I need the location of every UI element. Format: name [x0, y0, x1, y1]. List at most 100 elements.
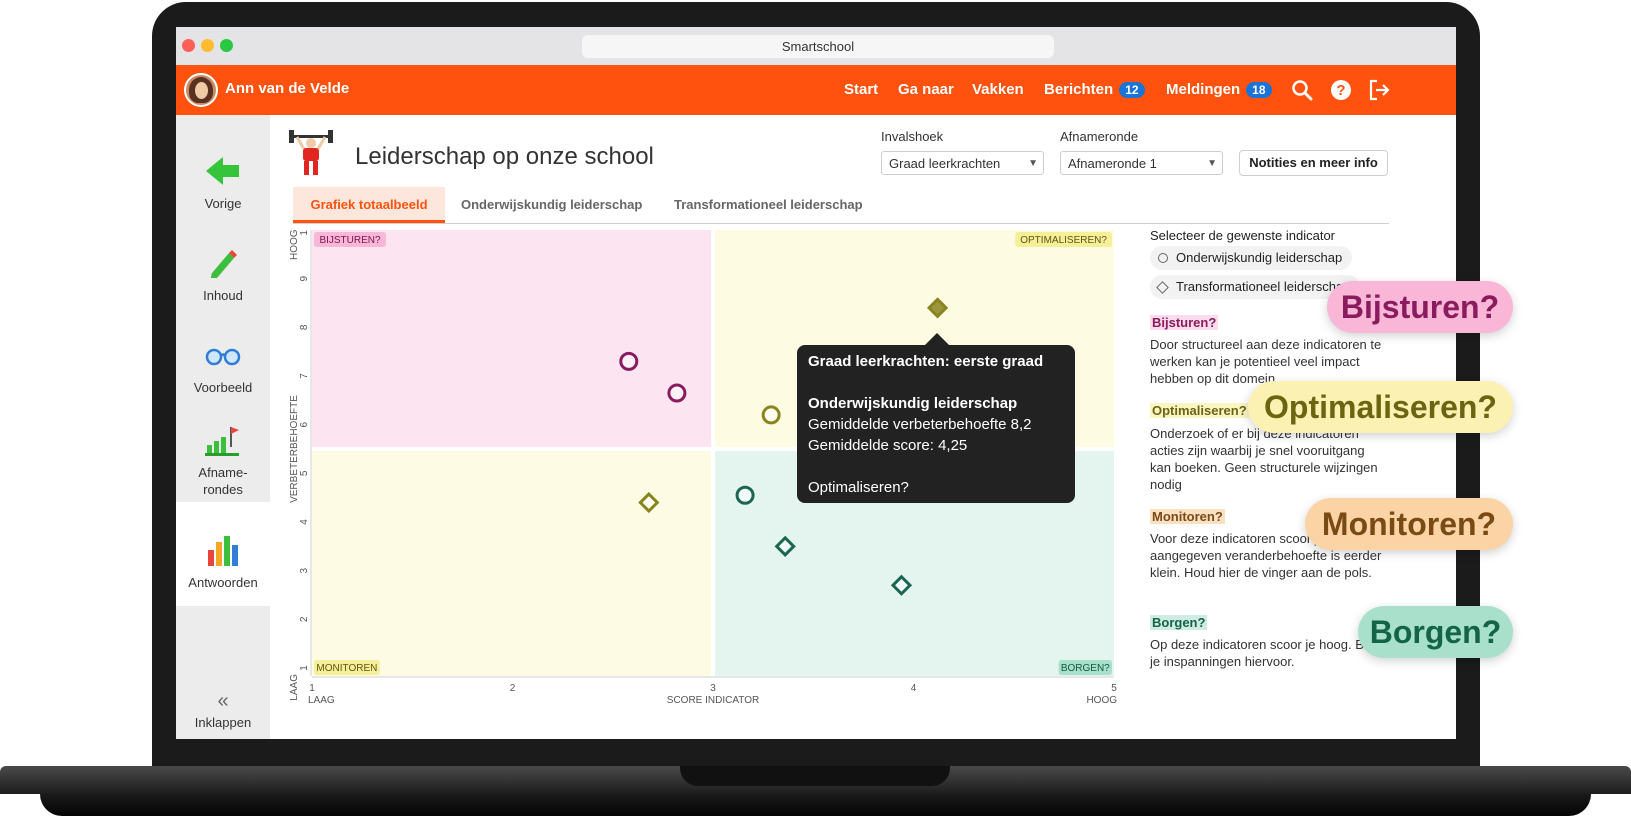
- indicator-chip-label: Onderwijskundig leiderschap: [1176, 250, 1343, 265]
- page-title: Leiderschap op onze school: [355, 143, 654, 170]
- nav-meldingen-label: Meldingen: [1166, 81, 1241, 98]
- glasses-icon: [205, 348, 241, 366]
- caret-down-icon: ▼: [1028, 158, 1038, 169]
- section-heading-bijsturen: Bijsturen?: [1150, 315, 1219, 330]
- callout-monitoren: Monitoren?: [1305, 498, 1513, 550]
- y-axis-high-label: HOOG: [289, 230, 300, 260]
- y-axis-low-label: LAAG: [289, 674, 300, 701]
- quadrant-label: MONITOREN: [316, 663, 377, 674]
- diamond-marker-icon: [1156, 281, 1169, 294]
- sidebar-item-antwoorden[interactable]: Antwoorden: [176, 502, 270, 606]
- browser-chrome: Smartschool: [176, 27, 1456, 66]
- section-text-borgen: Op deze indicatoren scoor je hoog. Borg …: [1150, 637, 1383, 669]
- y-tick-label: 2: [299, 616, 310, 622]
- y-tick-label: 1: [299, 665, 310, 671]
- x-tick-label: 1: [309, 683, 315, 694]
- stats-flag-icon: [205, 427, 239, 456]
- section-text-bijsturen: Door structureel aan deze indicatoren te…: [1150, 337, 1382, 386]
- indicator-chip-label: Transformationeel leiderschap: [1176, 279, 1351, 294]
- tooltip-subtitle: Onderwijskundig leiderschap: [808, 395, 1018, 412]
- sidebar-item-label: Voorbeeld: [193, 380, 253, 395]
- bar-chart-icon: [208, 536, 238, 566]
- double-chevron-left-icon: «: [217, 690, 229, 712]
- sidebar-item-label: Antwoorden: [188, 575, 258, 590]
- nav-meldingen[interactable]: Meldingen 18: [1166, 81, 1272, 98]
- nav-berichten-label: Berichten: [1044, 81, 1114, 98]
- tab-bar: Grafiek totaalbeeld Onderwijskundig leid…: [293, 187, 1389, 224]
- y-tick-label: 5: [299, 470, 310, 476]
- chart-tooltip: Graad leerkrachten: eerste graad Onderwi…: [797, 333, 1075, 503]
- callout-borgen: Borgen?: [1358, 606, 1513, 658]
- quadrant-monitoren: [312, 451, 711, 676]
- quadrant-label: BIJSTUREN?: [319, 235, 381, 246]
- callout-bijsturen: Bijsturen?: [1327, 281, 1513, 333]
- quadrant-bijsturen: [312, 230, 711, 447]
- invalshoek-value: Graad leerkrachten: [889, 156, 1001, 171]
- logout-icon[interactable]: [1367, 78, 1391, 102]
- y-tick-label: 6: [299, 421, 310, 427]
- x-axis-low-label: LAAG: [308, 695, 335, 706]
- tab-grafiek-totaalbeeld[interactable]: Grafiek totaalbeeld: [293, 187, 445, 223]
- x-axis-title: SCORE INDICATOR: [667, 695, 759, 706]
- quadrant-label: OPTIMALISEREN?: [1020, 235, 1107, 246]
- invalshoek-select[interactable]: Graad leerkrachten ▼: [881, 151, 1044, 175]
- notes-button[interactable]: Notities en meer info: [1239, 150, 1388, 176]
- section-heading-monitoren: Monitoren?: [1150, 509, 1225, 524]
- sidebar-item-label: Vorige: [204, 196, 242, 211]
- user-name[interactable]: Ann van de Velde: [225, 80, 349, 97]
- top-bar: Ann van de Velde Start Ga naar Vakken Be…: [176, 65, 1456, 115]
- quadrant-label: BORGEN?: [1061, 663, 1110, 674]
- indicator-panel-title: Selecteer de gewenste indicator: [1150, 228, 1336, 243]
- tab-transformationeel-leiderschap[interactable]: Transformationeel leiderschap: [674, 187, 863, 223]
- caret-down-icon: ▼: [1207, 158, 1217, 169]
- close-window-button[interactable]: [182, 39, 195, 52]
- afnameronde-select[interactable]: Afnameronde 1 ▼: [1060, 151, 1223, 175]
- address-bar[interactable]: Smartschool: [582, 35, 1054, 58]
- nav-berichten[interactable]: Berichten 12: [1044, 81, 1145, 98]
- messages-count-badge: 12: [1119, 82, 1145, 98]
- sidebar: Vorige Inhoud Voorbeeld Afname- rondes A…: [176, 115, 270, 739]
- sidebar-item-afnamerondes[interactable]: Afname- rondes: [176, 421, 270, 498]
- maximize-window-button[interactable]: [220, 39, 233, 52]
- afnameronde-label: Afnameronde: [1060, 129, 1139, 144]
- data-point-circle: [619, 351, 639, 371]
- svg-text:?: ?: [1336, 82, 1345, 99]
- circle-marker-icon: [1158, 253, 1168, 263]
- help-icon[interactable]: ?: [1329, 78, 1353, 102]
- y-axis-title: VERBETERBEHOEFTE: [289, 395, 300, 503]
- collapse-sidebar-button[interactable]: « Inklappen: [176, 690, 270, 730]
- nav-ga-naar[interactable]: Ga naar: [898, 81, 954, 98]
- notifications-count-badge: 18: [1246, 82, 1272, 98]
- x-tick-label: 5: [1111, 683, 1117, 694]
- laptop-base: [0, 766, 1631, 818]
- nav-vakken[interactable]: Vakken: [972, 81, 1024, 98]
- indicator-chip-onderwijskundig[interactable]: Onderwijskundig leiderschap: [1150, 246, 1353, 270]
- sidebar-item-vorige[interactable]: Vorige: [176, 153, 270, 211]
- sidebar-item-label: Afname- rondes: [198, 465, 248, 497]
- collapse-label: Inklappen: [194, 715, 252, 730]
- sidebar-item-inhoud[interactable]: Inhoud: [176, 245, 270, 303]
- nav-start[interactable]: Start: [844, 81, 878, 98]
- section-heading-optimaliseren: Optimaliseren?: [1150, 403, 1249, 418]
- tooltip-title: Graad leerkrachten: eerste graad: [808, 353, 1044, 370]
- tooltip-line-score: Gemiddelde score: 4,25: [808, 437, 968, 454]
- data-point-circle: [735, 485, 755, 505]
- invalshoek-label: Invalshoek: [881, 129, 944, 144]
- tab-onderwijskundig-leiderschap[interactable]: Onderwijskundig leiderschap: [461, 187, 642, 223]
- tooltip-verdict: Optimaliseren?: [808, 479, 909, 496]
- y-tick-label: 4: [299, 519, 310, 525]
- data-point-circle: [667, 383, 687, 403]
- afnameronde-value: Afnameronde 1: [1068, 156, 1157, 171]
- x-tick-label: 2: [510, 683, 516, 694]
- y-tick-label: 10: [299, 230, 310, 236]
- avatar[interactable]: [184, 73, 218, 107]
- search-icon[interactable]: [1290, 78, 1314, 102]
- pencil-icon: [211, 250, 237, 278]
- section-heading-borgen: Borgen?: [1150, 615, 1208, 630]
- callout-optimaliseren: Optimaliseren?: [1248, 381, 1513, 433]
- sidebar-item-voorbeeld[interactable]: Voorbeeld: [176, 337, 270, 395]
- y-tick-label: 3: [299, 567, 310, 573]
- x-tick-label: 4: [911, 683, 917, 694]
- data-point-circle: [761, 405, 781, 425]
- minimize-window-button[interactable]: [201, 39, 214, 52]
